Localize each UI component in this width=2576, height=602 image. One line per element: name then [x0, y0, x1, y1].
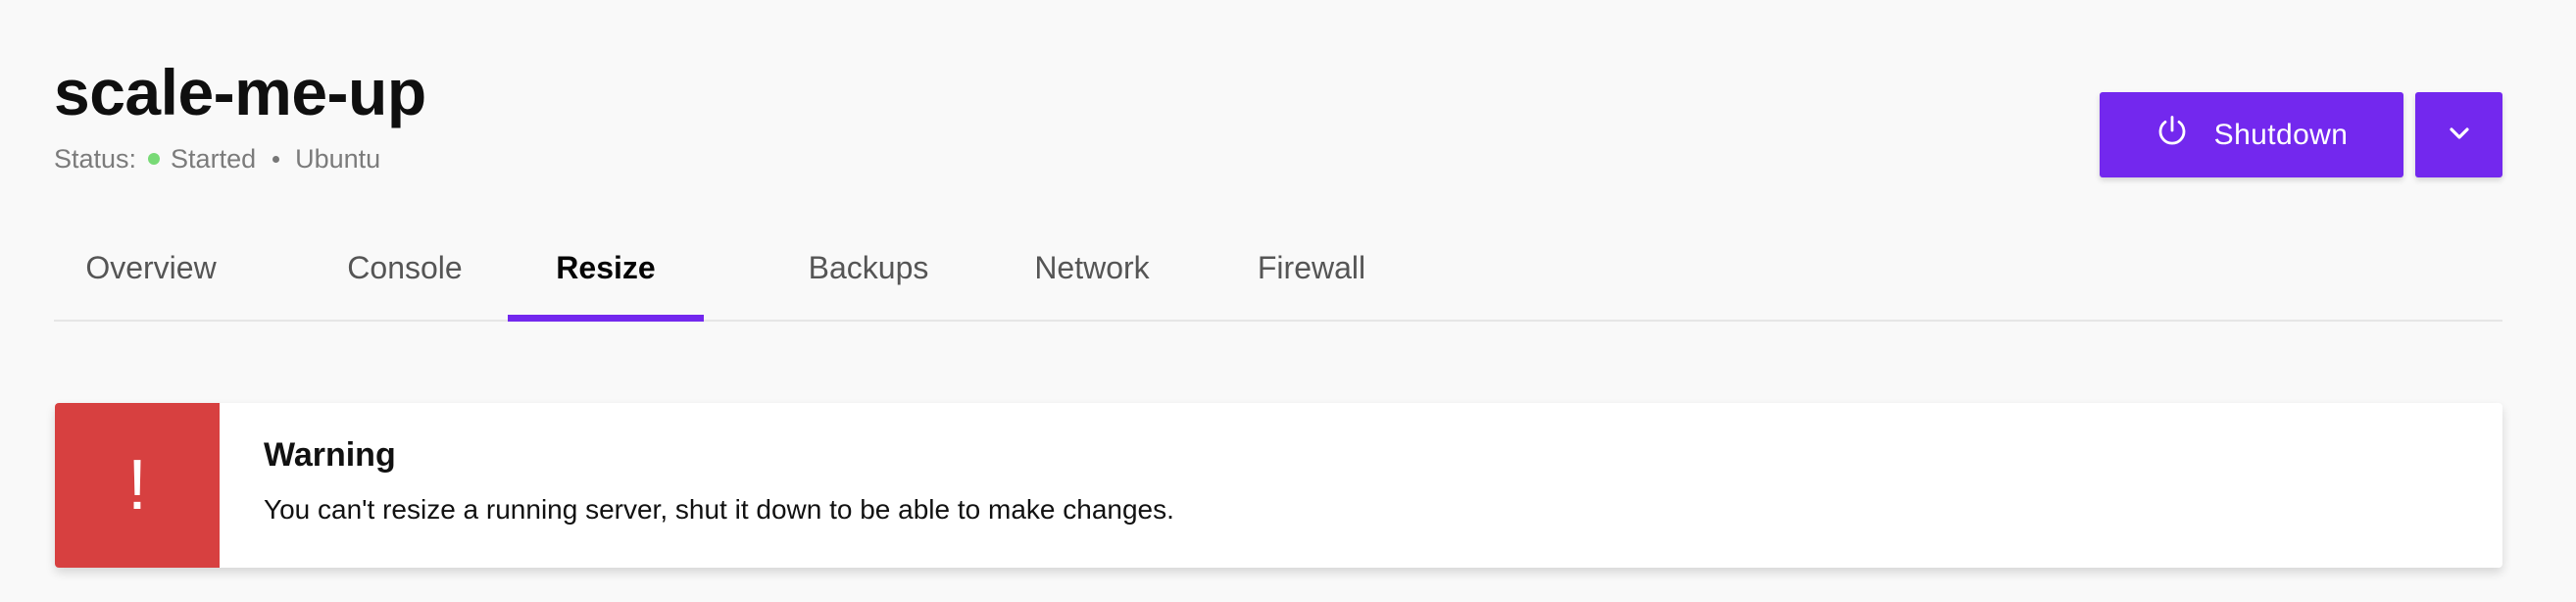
page-title: scale-me-up: [54, 56, 426, 128]
status-label: Status:: [54, 143, 137, 174]
exclamation-icon: !: [126, 446, 147, 525]
alert-icon: !: [55, 403, 220, 568]
tab-label-resize: Resize: [556, 249, 656, 285]
chevron-down-icon: [2446, 120, 2473, 150]
more-actions-button[interactable]: [2415, 92, 2502, 177]
tab-label-network: Network: [1034, 249, 1150, 285]
server-detail-page: scale-me-up Status: Started Ubuntu Shutd…: [0, 0, 2576, 602]
alert-title: Warning: [264, 436, 396, 474]
tab-overview[interactable]: Overview: [54, 216, 248, 320]
tab-label-overview: Overview: [85, 249, 217, 285]
alert-message: You can't resize a running server, shut …: [264, 494, 1174, 525]
status-value: Started: [171, 143, 257, 174]
power-icon: [2155, 115, 2189, 156]
tab-label-console: Console: [347, 249, 463, 285]
server-actions: Shutdown: [2100, 92, 2502, 177]
resize-warning-alert: ! Warning You can't resize a running ser…: [55, 403, 2502, 568]
shutdown-button[interactable]: Shutdown: [2100, 92, 2403, 177]
shutdown-label: Shutdown: [2213, 118, 2349, 151]
tab-firewall[interactable]: Firewall: [1189, 216, 1434, 320]
server-meta: Status: Started Ubuntu: [54, 141, 380, 176]
tab-label-backups: Backups: [808, 249, 929, 285]
os-label: Ubuntu: [295, 143, 381, 174]
tab-resize[interactable]: Resize: [508, 216, 704, 322]
separator-dot: [272, 155, 280, 163]
server-tabs: Overview Console Resize Backups Network …: [54, 216, 2502, 322]
status-dot: [148, 153, 161, 165]
alert-content: Warning You can't resize a running serve…: [220, 403, 1174, 568]
tab-label-firewall: Firewall: [1257, 249, 1366, 285]
tab-network[interactable]: Network: [969, 216, 1214, 320]
tab-console[interactable]: Console: [308, 216, 502, 320]
tab-backups[interactable]: Backups: [741, 216, 996, 320]
